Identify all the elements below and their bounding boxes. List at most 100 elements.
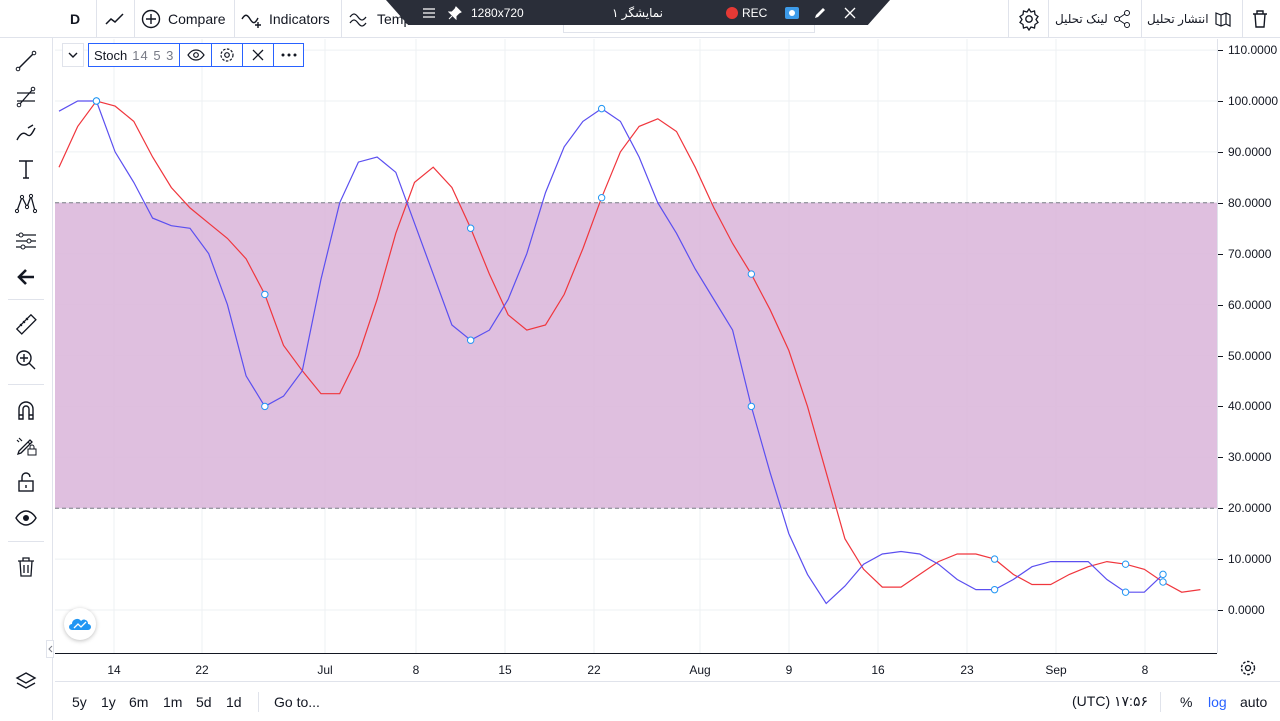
- magnet-icon[interactable]: [12, 396, 40, 424]
- settings-button[interactable]: [1015, 0, 1043, 38]
- log-toggle[interactable]: log: [1208, 682, 1227, 721]
- trash-icon[interactable]: [12, 553, 40, 581]
- indicator-name: Stoch: [94, 47, 128, 63]
- line-handle[interactable]: [990, 585, 999, 594]
- y-tick-label: 70.0000: [1228, 246, 1272, 261]
- line-handle[interactable]: [747, 402, 756, 411]
- y-tick-label: 110.0000: [1228, 43, 1278, 58]
- x-tick-label: 22: [195, 663, 209, 677]
- y-tick: [1218, 50, 1223, 52]
- layers-icon[interactable]: [12, 668, 40, 696]
- publish-button[interactable]: انتشار تحلیل: [1147, 0, 1233, 38]
- text-tool-icon[interactable]: [12, 155, 40, 183]
- percent-toggle[interactable]: %: [1180, 682, 1192, 721]
- indicator-title[interactable]: Stoch 14 5 3: [88, 43, 180, 67]
- y-tick: [1218, 355, 1223, 357]
- chart-style-button[interactable]: [100, 0, 130, 38]
- range-1m-button[interactable]: 1m: [163, 682, 182, 721]
- unlock-icon[interactable]: [12, 468, 40, 496]
- line-handle[interactable]: [261, 402, 269, 411]
- pattern-tool-icon[interactable]: [12, 190, 40, 218]
- visibility-button[interactable]: [179, 43, 212, 67]
- gear-icon: [1240, 660, 1256, 676]
- stochastic-chart[interactable]: [55, 39, 1217, 653]
- auto-toggle[interactable]: auto: [1240, 682, 1267, 721]
- x-tick-label: 23: [960, 663, 974, 677]
- record-button[interactable]: REC: [726, 0, 767, 25]
- indicators-label: Indicators: [269, 11, 330, 27]
- camera-icon[interactable]: [784, 0, 800, 25]
- y-tick: [1218, 508, 1223, 510]
- indicator-params: 14 5 3: [132, 47, 175, 63]
- menu-icon[interactable]: [422, 0, 436, 25]
- interval-button[interactable]: D: [62, 0, 88, 38]
- timezone-label[interactable]: ۱۷:۵۶ (UTC): [1072, 682, 1148, 721]
- line-handle[interactable]: [597, 104, 606, 113]
- line-handle[interactable]: [261, 290, 269, 299]
- compare-button[interactable]: Compare: [140, 0, 226, 38]
- pin-icon[interactable]: [448, 0, 462, 25]
- line-handle[interactable]: [1121, 560, 1130, 568]
- lock-drawing-icon[interactable]: [12, 432, 40, 460]
- compare-label: Compare: [168, 11, 226, 27]
- range-5d-button[interactable]: 5d: [196, 682, 212, 721]
- indicator-settings-button[interactable]: [211, 43, 243, 67]
- x-tick-label: 22: [587, 663, 601, 677]
- range-5y-button[interactable]: 5y: [72, 682, 87, 721]
- delete-button[interactable]: [1250, 0, 1270, 38]
- tradingview-logo[interactable]: [64, 608, 96, 640]
- toolbar-divider: [234, 0, 235, 38]
- prediction-tool-icon[interactable]: [12, 227, 40, 255]
- chart-pane[interactable]: [55, 39, 1217, 653]
- collapse-button[interactable]: [62, 43, 84, 67]
- close-icon[interactable]: [844, 0, 856, 25]
- line-handle[interactable]: [597, 194, 606, 202]
- y-tick-label: 20.0000: [1228, 501, 1272, 516]
- share-link-button[interactable]: لینک تحلیل: [1055, 0, 1132, 38]
- publish-label: انتشار تحلیل: [1147, 12, 1209, 26]
- goto-button[interactable]: Go to...: [274, 682, 320, 721]
- x-tick-label: 8: [1141, 663, 1149, 677]
- range-1y-button[interactable]: 1y: [101, 682, 116, 721]
- toolbar-divider: [96, 0, 97, 38]
- toolbar-divider: [8, 384, 44, 385]
- y-tick: [1218, 202, 1223, 204]
- ruler-icon[interactable]: [12, 310, 40, 338]
- indicators-button[interactable]: Indicators: [240, 0, 330, 38]
- remove-indicator-button[interactable]: [242, 43, 274, 67]
- range-1d-button[interactable]: 1d: [226, 682, 242, 721]
- toolbar-divider: [1141, 0, 1142, 38]
- back-arrow-icon[interactable]: [12, 263, 40, 291]
- chevron-left-icon: [47, 645, 52, 653]
- symbol-search-field[interactable]: [563, 25, 815, 33]
- y-tick-label: 0.0000: [1228, 603, 1265, 617]
- eye-icon[interactable]: [12, 504, 40, 532]
- line-handle[interactable]: [1159, 570, 1167, 579]
- line-chart-icon: [105, 13, 124, 25]
- time-axis[interactable]: 14 22 Jul 8 15 22 Aug 9 16 23 Sep 8: [55, 653, 1217, 681]
- price-axis[interactable]: 110.0000 100.0000 90.0000 80.0000 70.0000 60.…: [1217, 39, 1280, 653]
- toolbar-divider: [258, 692, 259, 712]
- trend-line-icon[interactable]: [12, 47, 40, 75]
- fib-tool-icon[interactable]: [12, 83, 40, 111]
- pencil-icon[interactable]: [813, 0, 827, 25]
- collapse-sidebar-handle[interactable]: [46, 640, 54, 658]
- x-tick-label: 8: [412, 663, 420, 677]
- range-6m-button[interactable]: 6m: [129, 682, 148, 721]
- brush-icon[interactable]: [12, 120, 40, 148]
- axis-settings-button[interactable]: [1236, 657, 1260, 679]
- line-handle[interactable]: [92, 97, 101, 105]
- line-handle[interactable]: [1159, 578, 1167, 586]
- line-handle[interactable]: [466, 336, 475, 344]
- y-tick: [1218, 457, 1223, 459]
- record-dot-icon: [726, 6, 738, 19]
- more-options-button[interactable]: [273, 43, 305, 67]
- zoom-in-icon[interactable]: [12, 346, 40, 374]
- x-tick-label: 15: [498, 663, 512, 677]
- line-handle[interactable]: [990, 555, 999, 563]
- line-handle[interactable]: [466, 224, 475, 232]
- line-handle[interactable]: [1121, 588, 1130, 596]
- rec-label: REC: [742, 5, 768, 20]
- toolbar-divider: [1160, 692, 1161, 712]
- line-handle[interactable]: [747, 270, 756, 278]
